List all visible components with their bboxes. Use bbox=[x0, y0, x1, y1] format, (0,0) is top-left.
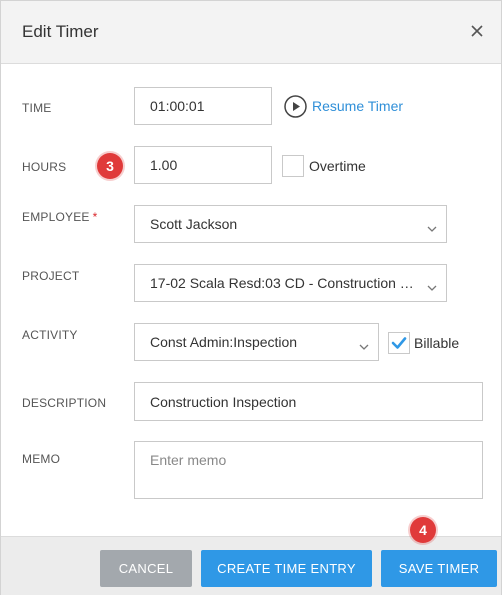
save-timer-button[interactable]: SAVE TIMER bbox=[381, 550, 497, 587]
employee-value: Scott Jackson bbox=[150, 216, 238, 232]
employee-label-text: EMPLOYEE bbox=[22, 210, 90, 224]
overtime-checkbox[interactable] bbox=[282, 155, 304, 177]
resume-timer-link[interactable]: Resume Timer bbox=[312, 98, 403, 114]
billable-checkbox[interactable] bbox=[388, 332, 410, 354]
description-input[interactable]: Construction Inspection bbox=[134, 382, 483, 421]
activity-value: Const Admin:Inspection bbox=[150, 334, 298, 350]
billable-label: Billable bbox=[414, 335, 460, 351]
time-input[interactable]: 01:00:01 bbox=[134, 87, 272, 125]
chevron-down-icon bbox=[427, 279, 437, 291]
close-icon[interactable] bbox=[467, 21, 487, 41]
activity-select[interactable]: Const Admin:Inspection bbox=[134, 323, 379, 361]
activity-label: ACTIVITY bbox=[22, 328, 78, 342]
description-value: Construction Inspection bbox=[150, 393, 297, 410]
project-select[interactable]: 17-02 Scala Resd:03 CD - Construction D.… bbox=[134, 264, 447, 302]
overtime-label: Overtime bbox=[309, 158, 366, 174]
time-label: TIME bbox=[22, 101, 52, 115]
chevron-down-icon bbox=[359, 338, 369, 350]
memo-label: MEMO bbox=[22, 452, 61, 466]
hours-input[interactable]: 1.00 bbox=[134, 146, 272, 184]
hours-label: HOURS bbox=[22, 160, 67, 174]
edit-timer-dialog: Edit Timer TIME 01:00:01 Resume Timer HO… bbox=[0, 0, 502, 595]
dialog-header: Edit Timer bbox=[1, 1, 501, 64]
hours-value: 1.00 bbox=[150, 157, 178, 173]
project-label: PROJECT bbox=[22, 269, 80, 283]
project-value: 17-02 Scala Resd:03 CD - Construction D.… bbox=[150, 275, 422, 291]
dialog-title: Edit Timer bbox=[22, 22, 99, 41]
employee-label: EMPLOYEE * bbox=[22, 210, 98, 224]
memo-textarea[interactable]: Enter memo bbox=[134, 441, 483, 499]
cancel-button[interactable]: CANCEL bbox=[100, 550, 192, 587]
employee-select[interactable]: Scott Jackson bbox=[134, 205, 447, 243]
description-label: DESCRIPTION bbox=[22, 396, 107, 410]
checkmark-icon bbox=[391, 337, 407, 349]
play-circle-icon[interactable] bbox=[284, 95, 307, 118]
time-value: 01:00:01 bbox=[150, 98, 205, 114]
step-badge-3: 3 bbox=[97, 153, 123, 179]
create-time-entry-button[interactable]: CREATE TIME ENTRY bbox=[201, 550, 372, 587]
step-badge-4: 4 bbox=[410, 517, 436, 543]
memo-placeholder: Enter memo bbox=[150, 452, 227, 468]
chevron-down-icon bbox=[427, 220, 437, 232]
required-marker: * bbox=[92, 210, 98, 224]
